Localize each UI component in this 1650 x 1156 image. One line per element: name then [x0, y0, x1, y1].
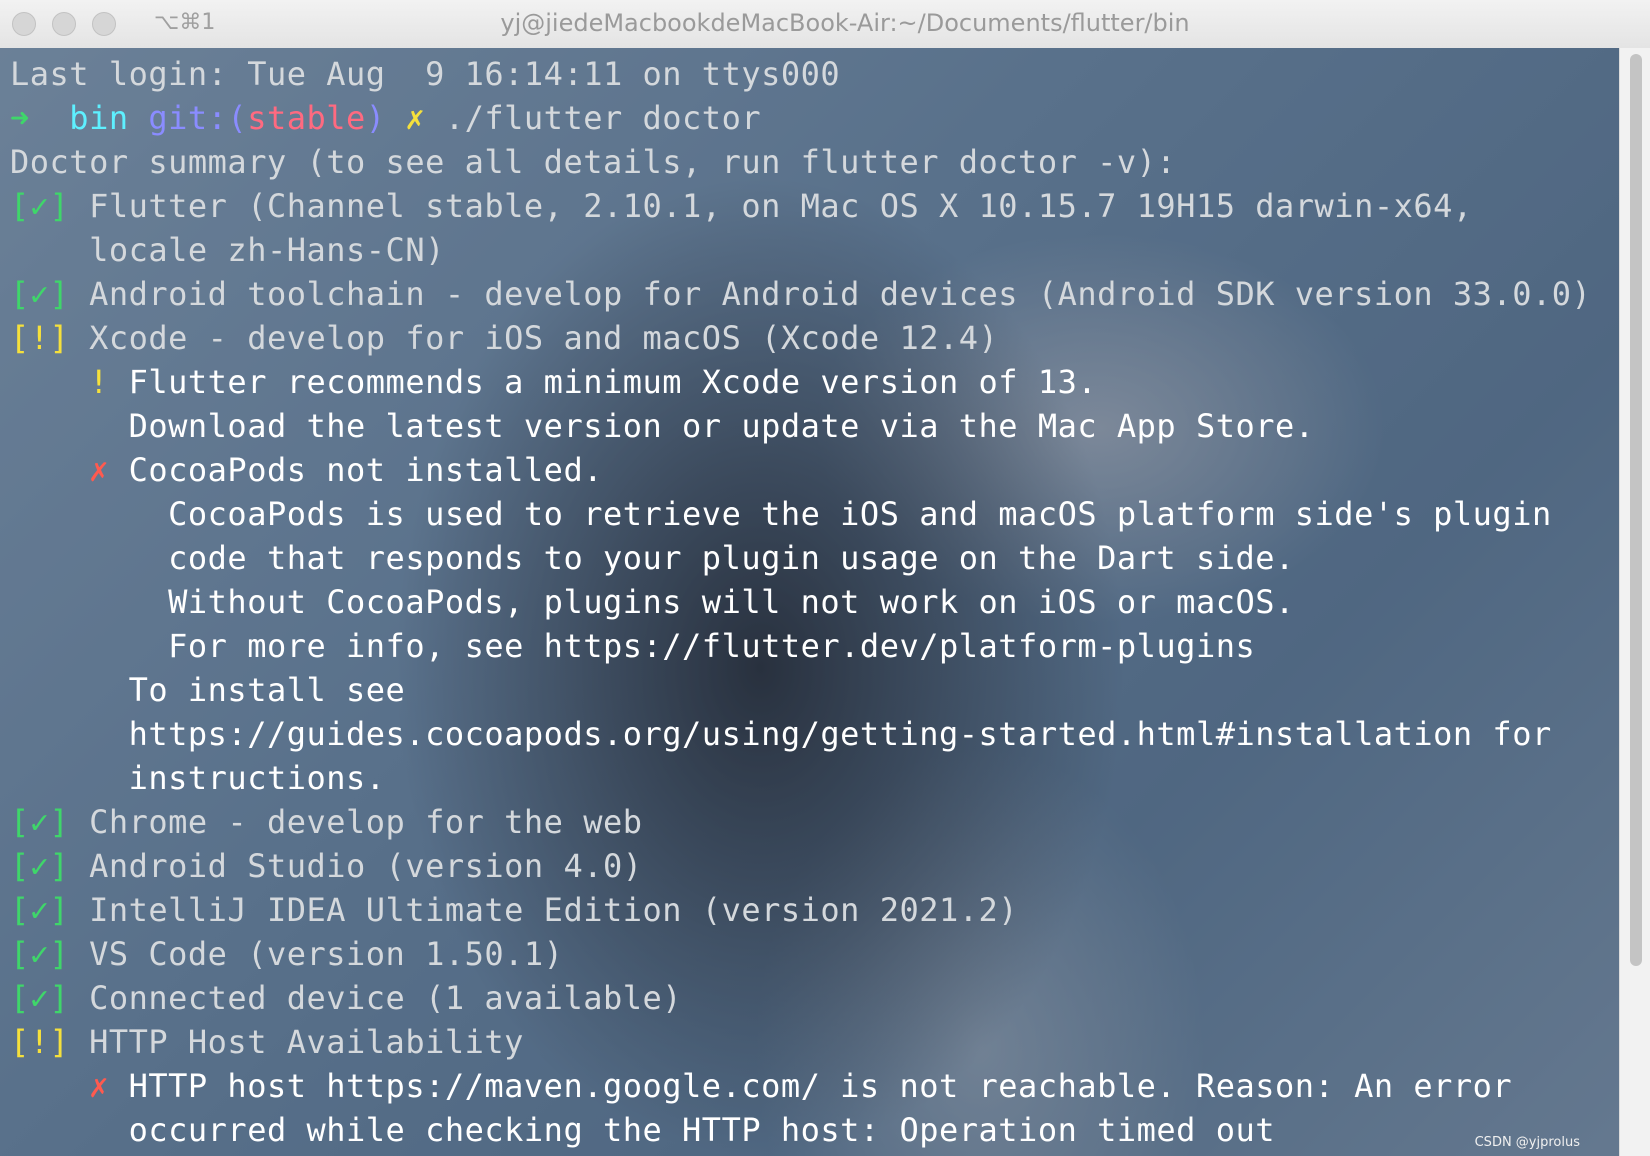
- detail-text: CocoaPods not installed.: [128, 451, 603, 489]
- check-text: Android toolchain - develop for Android …: [89, 275, 1592, 313]
- check-status: [✓]: [10, 275, 70, 313]
- check-text: Android Studio (version 4.0): [89, 847, 643, 885]
- detail-row: https://guides.cocoapods.org/using/getti…: [10, 712, 1600, 756]
- detail-row: For more info, see https://flutter.dev/p…: [10, 624, 1600, 668]
- window-title: yj@jiedeMacbookdeMacBook-Air:~/Documents…: [500, 9, 1190, 37]
- error-icon: ✗: [89, 451, 109, 489]
- git-suffix: ): [365, 99, 386, 137]
- detail-text: occurred while checking the HTTP host: O…: [128, 1111, 1275, 1149]
- detail-text: code that responds to your plugin usage …: [168, 539, 1295, 577]
- check-row: [✓] Android toolchain - develop for Andr…: [10, 272, 1600, 316]
- detail-row: Without CocoaPods, plugins will not work…: [10, 580, 1600, 624]
- detail-text: Flutter recommends a minimum Xcode versi…: [128, 363, 1098, 401]
- detail-text: CocoaPods is used to retrieve the iOS an…: [168, 495, 1552, 533]
- vertical-scrollbar[interactable]: [1619, 48, 1650, 1156]
- terminal-output[interactable]: Last login: Tue Aug 9 16:14:11 on ttys00…: [0, 48, 1620, 1156]
- detail-row: To install see: [10, 668, 1600, 712]
- summary-line: Doctor summary (to see all details, run …: [10, 143, 1177, 181]
- git-prefix: git:(: [148, 99, 248, 137]
- detail-text: For more info, see https://flutter.dev/p…: [168, 627, 1256, 665]
- check-status: [✓]: [10, 979, 70, 1017]
- check-row: [!] Xcode - develop for iOS and macOS (X…: [10, 316, 1600, 360]
- check-text: Connected device (1 available): [89, 979, 683, 1017]
- warning-icon: !: [89, 363, 109, 401]
- scrollbar-thumb[interactable]: [1630, 54, 1642, 966]
- check-status: [✓]: [10, 803, 70, 841]
- prompt-arrow-icon: ➜: [10, 99, 30, 137]
- check-text: VS Code (version 1.50.1): [89, 935, 564, 973]
- detail-row: code that responds to your plugin usage …: [10, 536, 1600, 580]
- check-text: Xcode - develop for iOS and macOS (Xcode…: [89, 319, 999, 357]
- detail-text: Without CocoaPods, plugins will not work…: [168, 583, 1295, 621]
- detail-text: instructions.: [128, 759, 386, 797]
- check-status: [!]: [10, 319, 70, 357]
- watermark: CSDN @yjprolus: [1474, 1135, 1580, 1150]
- prompt-command: ./flutter doctor: [444, 99, 762, 137]
- detail-row: ! Flutter recommends a minimum Xcode ver…: [10, 360, 1600, 404]
- check-row: [✓] IntelliJ IDEA Ultimate Edition (vers…: [10, 888, 1600, 932]
- prompt-line: ➜ bin git:(stable) ✗ ./flutter doctor: [10, 96, 1600, 140]
- last-login-line: Last login: Tue Aug 9 16:14:11 on ttys00…: [10, 55, 841, 93]
- check-row: [✓] Chrome - develop for the web: [10, 800, 1600, 844]
- detail-row: CocoaPods is used to retrieve the iOS an…: [10, 492, 1600, 536]
- title-bar[interactable]: ⌥⌘1 yj@jiedeMacbookdeMacBook-Air:~/Docum…: [0, 0, 1650, 49]
- check-continuation: locale zh-Hans-CN): [10, 228, 1600, 272]
- prompt-dir: bin: [69, 99, 129, 137]
- check-status: [✓]: [10, 847, 70, 885]
- check-text: Flutter (Channel stable, 2.10.1, on Mac …: [89, 187, 1473, 225]
- check-text: locale zh-Hans-CN): [89, 231, 445, 269]
- detail-row: occurred while checking the HTTP host: O…: [10, 1108, 1600, 1152]
- detail-text: HTTP host https://maven.google.com/ is n…: [128, 1067, 1513, 1105]
- detail-row: instructions.: [10, 756, 1600, 800]
- check-row: [✓] Connected device (1 available): [10, 976, 1600, 1020]
- check-row: [✓] Flutter (Channel stable, 2.10.1, on …: [10, 184, 1600, 228]
- check-row: [!] HTTP Host Availability: [10, 1020, 1600, 1064]
- detail-row: ✗ HTTP host https://maven.google.com/ is…: [10, 1064, 1600, 1108]
- detail-text: To install see: [128, 671, 406, 709]
- detail-row: ✗ CocoaPods not installed.: [10, 448, 1600, 492]
- git-branch: stable: [247, 99, 366, 137]
- check-status: [!]: [10, 1023, 70, 1061]
- check-status: [✓]: [10, 935, 70, 973]
- detail-row: Download the latest version or update vi…: [10, 404, 1600, 448]
- check-text: Chrome - develop for the web: [89, 803, 643, 841]
- check-text: HTTP Host Availability: [89, 1023, 524, 1061]
- dirty-mark-icon: ✗: [405, 99, 426, 137]
- error-icon: ✗: [89, 1067, 109, 1105]
- check-status: [✓]: [10, 891, 70, 929]
- terminal-window: ⌥⌘1 yj@jiedeMacbookdeMacBook-Air:~/Docum…: [0, 0, 1650, 1156]
- detail-text: https://guides.cocoapods.org/using/getti…: [128, 715, 1552, 753]
- check-row: [✓] VS Code (version 1.50.1): [10, 932, 1600, 976]
- check-text: IntelliJ IDEA Ultimate Edition (version …: [89, 891, 1019, 929]
- check-status: [✓]: [10, 187, 70, 225]
- check-row: [✓] Android Studio (version 4.0): [10, 844, 1600, 888]
- detail-text: Download the latest version or update vi…: [128, 407, 1315, 445]
